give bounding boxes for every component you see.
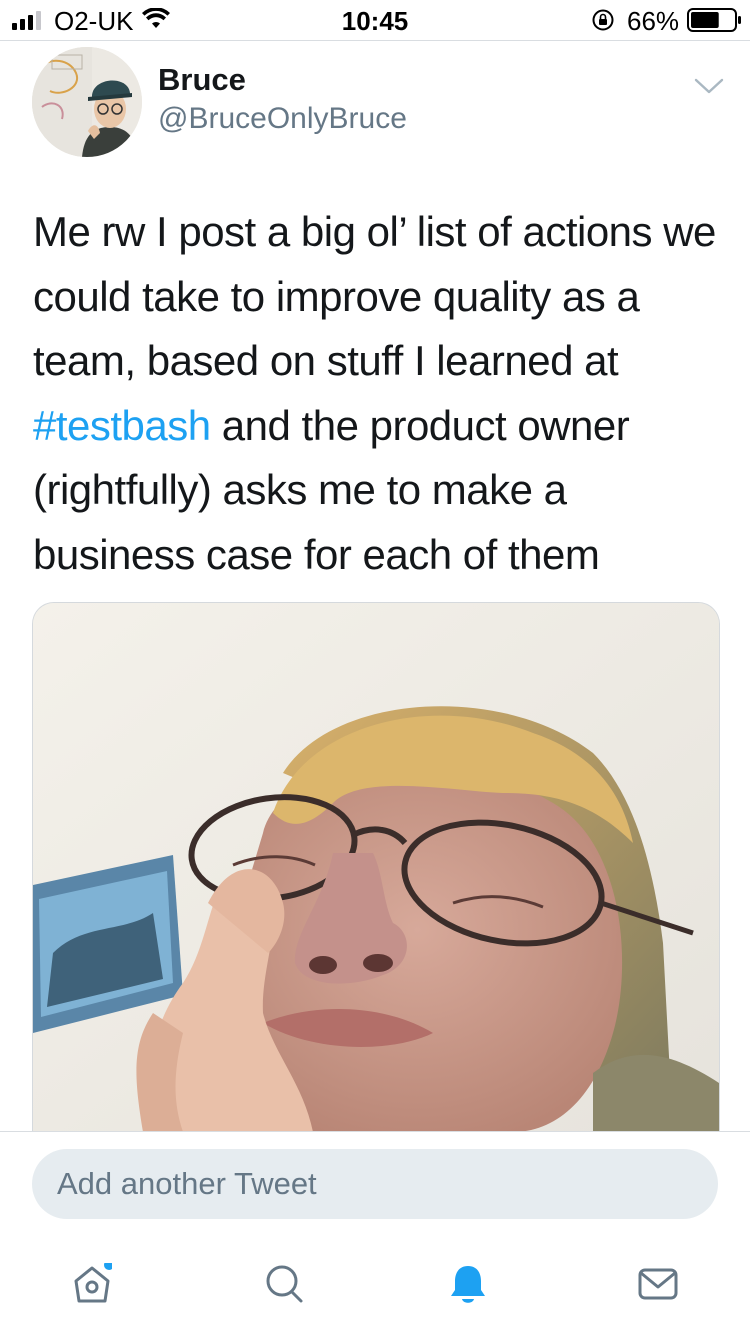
tweet-text-start: Me rw I post a big ol’ list of actions w… [33,208,716,384]
tab-notifications[interactable] [428,1249,508,1319]
tab-search[interactable] [244,1249,324,1319]
author-name[interactable]: Bruce [158,62,246,98]
tab-messages[interactable] [617,1249,697,1319]
messages-icon [638,1268,678,1300]
tab-home[interactable] [52,1249,132,1319]
battery-percent: 66% [627,6,680,36]
home-icon [74,1263,112,1303]
reply-composer-bar: Add another Tweet [0,1131,750,1242]
new-content-dot [104,1263,112,1270]
add-tweet-input[interactable]: Add another Tweet [32,1149,718,1219]
search-icon [266,1265,303,1303]
battery-icon [687,8,741,32]
author-handle[interactable]: @BruceOnlyBruce [158,102,407,136]
tweet-photo[interactable] [32,602,720,1132]
tab-bar [0,1241,750,1334]
avatar[interactable] [32,47,142,157]
notifications-icon [451,1266,485,1303]
chevron-down-icon[interactable] [692,74,726,98]
hashtag-link[interactable]: #testbash [33,402,211,449]
status-bar: O2-UK 10:45 66% [0,0,750,41]
orientation-lock-icon [592,9,614,31]
tweet-text: Me rw I post a big ol’ list of actions w… [33,200,723,587]
